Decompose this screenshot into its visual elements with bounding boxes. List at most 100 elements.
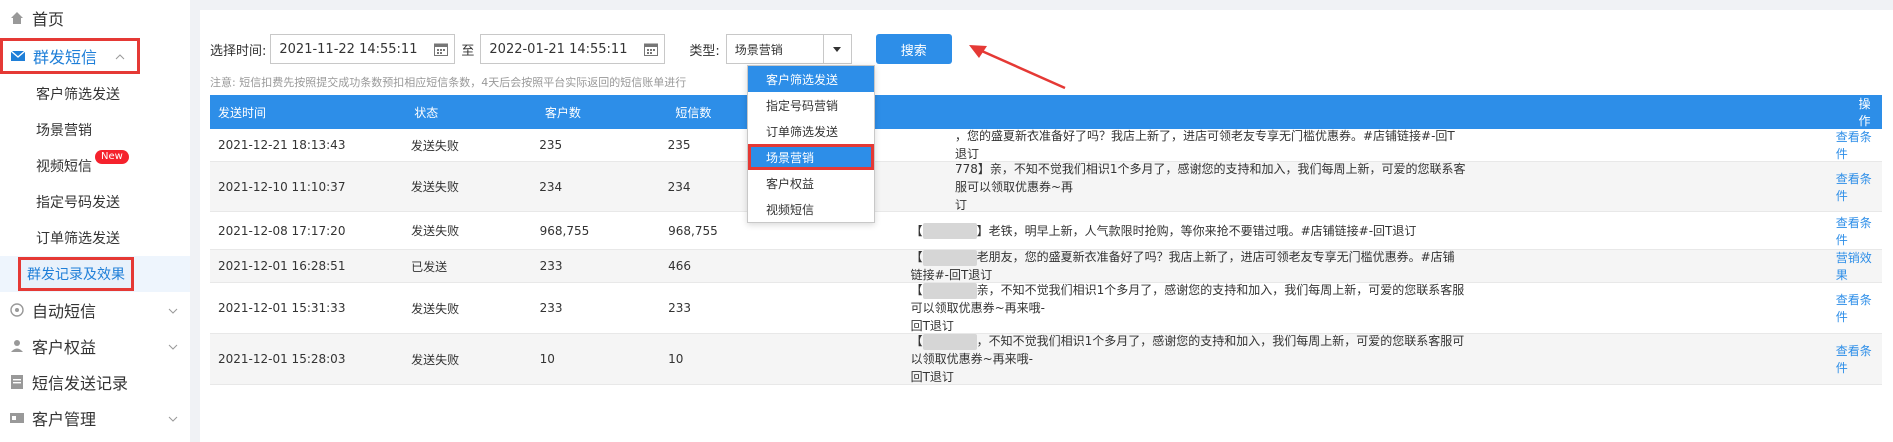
dropdown-item-video-sms[interactable]: 视频短信 bbox=[748, 196, 874, 222]
start-date-value: 2021-11-22 14:55:11 bbox=[279, 41, 418, 57]
cell-time: 2021-12-21 18:13:43 bbox=[218, 138, 346, 152]
start-date-input[interactable]: 2021-11-22 14:55:11 bbox=[270, 34, 456, 64]
notice-text: 注意: 短信扣费先按照提交成功条数预扣相应短信条数，4天后会按照平台实际返回的短… bbox=[210, 76, 687, 89]
col-header-customers[interactable]: 客户数 bbox=[537, 104, 668, 121]
nav-sub-specified-number[interactable]: 指定号码发送 bbox=[0, 184, 190, 220]
search-button[interactable]: 搜索 bbox=[875, 34, 952, 64]
cell-content-text: 】老铁，明早上新，人气款限时抢购，等你来抢不要错过哦。#店铺链接#-回T退订 bbox=[976, 223, 1417, 238]
end-date-input[interactable]: 2022-01-21 14:55:11 bbox=[480, 34, 666, 64]
cell-content-text: 老朋友，您的盛夏新衣准备好了吗？我店上新了，进店可领老友专享无门槛优惠券。#店铺… bbox=[910, 250, 1455, 282]
time-label: 选择时间: bbox=[210, 43, 267, 59]
dropdown-item-specified-number[interactable]: 指定号码营销 bbox=[748, 92, 874, 118]
cell-content-bracket: 【 bbox=[910, 283, 923, 297]
table-row: 2021-12-08 17:17:20 发送失败 968,755 968,755… bbox=[210, 212, 1882, 250]
nav-sms-records-label: 短信发送记录 bbox=[32, 374, 129, 393]
nav-customer-rights[interactable]: 客户权益 bbox=[0, 328, 190, 364]
dropdown-item-customer-filter[interactable]: 客户筛选发送 bbox=[748, 66, 874, 92]
nav-group-sms-label: 群发短信 bbox=[33, 48, 98, 67]
end-date-value: 2022-01-21 14:55:11 bbox=[489, 41, 628, 57]
cell-content: ，您的盛夏新衣准备好了吗？我店上新了，进店可领老友专享无门槛优惠券。#店铺链接#… bbox=[790, 127, 1466, 163]
nav-sub-label: 订单筛选发送 bbox=[36, 231, 120, 247]
cell-status: 发送失败 bbox=[411, 352, 460, 367]
dropdown-item-customer-rights[interactable]: 客户权益 bbox=[748, 170, 874, 196]
calendar-icon[interactable] bbox=[644, 42, 659, 56]
nav-sub-video-sms[interactable]: 视频短信 New bbox=[0, 148, 190, 184]
nav-customer-mgmt-label: 客户管理 bbox=[32, 410, 97, 429]
nav-sub-customer-filter[interactable]: 客户筛选发送 bbox=[0, 76, 190, 112]
redacted-shop-name bbox=[922, 249, 977, 266]
view-conditions-link[interactable]: 查看条件 bbox=[1836, 293, 1872, 324]
cell-content-text: ，您的盛夏新衣准备好了吗？我店上新了，进店可领老友专享无门槛优惠券。#店铺链接#… bbox=[954, 129, 1455, 161]
auto-icon bbox=[10, 303, 24, 317]
cell-content-text: 亲，不知不觉我们相识1个多月了，感谢您的支持和加入，我们每周上新，可爱的您联系客… bbox=[910, 283, 1465, 315]
id-card-icon bbox=[10, 411, 24, 425]
annotation-arrow-icon bbox=[969, 45, 1066, 90]
document-icon bbox=[10, 375, 24, 389]
cell-sms: 233 bbox=[668, 301, 692, 315]
cell-status: 已发送 bbox=[411, 259, 448, 274]
table-row: 2021-12-01 15:31:33 发送失败 233 233 【亲，不知不觉… bbox=[210, 281, 1882, 335]
table-row: 2021-12-01 15:28:03 发送失败 10 10 【，不知不觉我们相… bbox=[210, 332, 1882, 386]
view-conditions-link[interactable]: 查看条件 bbox=[1836, 344, 1872, 375]
nav-sms-records[interactable]: 短信发送记录 bbox=[0, 364, 190, 400]
cell-content: 【，不知不觉我们相识1个多月了，感谢您的支持和加入，我们每周上新，可爱的您联系客… bbox=[791, 332, 1466, 386]
nav-sub-order-filter[interactable]: 订单筛选发送 bbox=[0, 220, 190, 256]
new-badge: New bbox=[95, 150, 129, 164]
dropdown-item-scene-marketing[interactable]: 场景营销 bbox=[748, 144, 874, 170]
cell-customers: 968,755 bbox=[539, 223, 590, 238]
cell-content-text-2: 回T退订 bbox=[910, 370, 954, 384]
calendar-icon[interactable] bbox=[434, 42, 449, 56]
nav-auto-sms[interactable]: 自动短信 bbox=[0, 292, 190, 328]
dropdown-item-order-filter[interactable]: 订单筛选发送 bbox=[748, 118, 874, 144]
cell-content-text: ，不知不觉我们相识1个多月了，感谢您的支持和加入，我们每周上新，可爱的您联系客服… bbox=[910, 334, 1465, 366]
nav-group-sms[interactable]: 群发短信 bbox=[0, 38, 140, 74]
user-icon bbox=[10, 339, 24, 353]
redacted-shop-name bbox=[922, 282, 977, 299]
type-select-value: 场景营销 bbox=[734, 42, 783, 57]
cell-action: 查看条件 bbox=[1828, 214, 1882, 248]
cell-sms: 466 bbox=[668, 259, 692, 273]
mail-icon bbox=[11, 49, 25, 63]
nav-sub-label: 客户筛选发送 bbox=[36, 87, 120, 103]
cell-action: 查看条件 bbox=[1828, 291, 1882, 325]
cell-content: 【 】老铁，明早上新，人气款限时抢购，等你来抢不要错过哦。#店铺链接#-回T退订 bbox=[791, 222, 1466, 240]
cell-content-bracket: 【 bbox=[910, 334, 923, 348]
nav-customer-rights-label: 客户权益 bbox=[32, 338, 97, 357]
nav-sub-send-records[interactable]: 群发记录及效果 bbox=[0, 256, 190, 292]
col-header-status[interactable]: 状态 bbox=[406, 104, 537, 121]
col-header-send-time[interactable]: 发送时间 bbox=[210, 104, 406, 121]
view-conditions-link[interactable]: 查看条件 bbox=[1836, 216, 1872, 247]
chevron-down-icon bbox=[168, 303, 178, 317]
cell-status: 发送失败 bbox=[411, 301, 460, 316]
caret-down-icon[interactable] bbox=[822, 35, 851, 63]
nav-sub-scene-marketing[interactable]: 场景营销 bbox=[0, 112, 190, 148]
home-icon bbox=[10, 11, 24, 25]
cell-content-text-2: 订 bbox=[954, 197, 967, 212]
nav-auto-sms-label: 自动短信 bbox=[32, 302, 97, 321]
cell-sms: 968,755 bbox=[668, 223, 718, 238]
nav-sub-label: 指定号码发送 bbox=[36, 195, 120, 211]
cell-action: 查看条件 bbox=[1828, 128, 1882, 162]
table-row: 2021-12-21 18:13:43 发送失败 235 235 ，您的盛夏新衣… bbox=[210, 129, 1882, 162]
cell-status: 发送失败 bbox=[411, 224, 460, 238]
cell-action: 查看条件 bbox=[1828, 342, 1882, 376]
type-select[interactable]: 场景营销 bbox=[725, 34, 852, 64]
cell-time: 2021-12-01 16:28:51 bbox=[218, 259, 346, 273]
cell-content: 778】亲，不知不觉我们相识1个多月了，感谢您的支持和加入，我们每周上新，可爱的… bbox=[790, 160, 1466, 214]
view-conditions-link[interactable]: 查看条件 bbox=[1836, 130, 1872, 161]
nav-home[interactable]: 首页 bbox=[0, 0, 190, 36]
nav-sub-label: 视频短信 bbox=[36, 159, 92, 175]
records-table: 发送时间 状态 客户数 短信数 操作 2021-12-21 18:13:43 发… bbox=[210, 95, 1882, 385]
cell-content: 【亲，不知不觉我们相识1个多月了，感谢您的支持和加入，我们每周上新，可爱的您联系… bbox=[791, 281, 1466, 335]
view-conditions-link[interactable]: 查看条件 bbox=[1836, 172, 1872, 203]
cell-action: 查看条件 bbox=[1828, 170, 1882, 204]
nav-customer-mgmt[interactable]: 客户管理 bbox=[0, 400, 190, 436]
cell-time: 2021-12-01 15:31:33 bbox=[218, 301, 346, 315]
table-row: 2021-12-10 11:10:37 发送失败 234 234 778】亲，不… bbox=[210, 162, 1882, 212]
cell-customers: 10 bbox=[539, 352, 555, 366]
marketing-effect-link[interactable]: 营销效果 bbox=[1836, 251, 1872, 282]
nav-sub-label: 群发记录及效果 bbox=[18, 257, 134, 291]
redacted-shop-name bbox=[922, 223, 977, 239]
type-label: 类型: bbox=[689, 43, 720, 59]
cell-time: 2021-12-08 17:17:20 bbox=[218, 223, 346, 238]
